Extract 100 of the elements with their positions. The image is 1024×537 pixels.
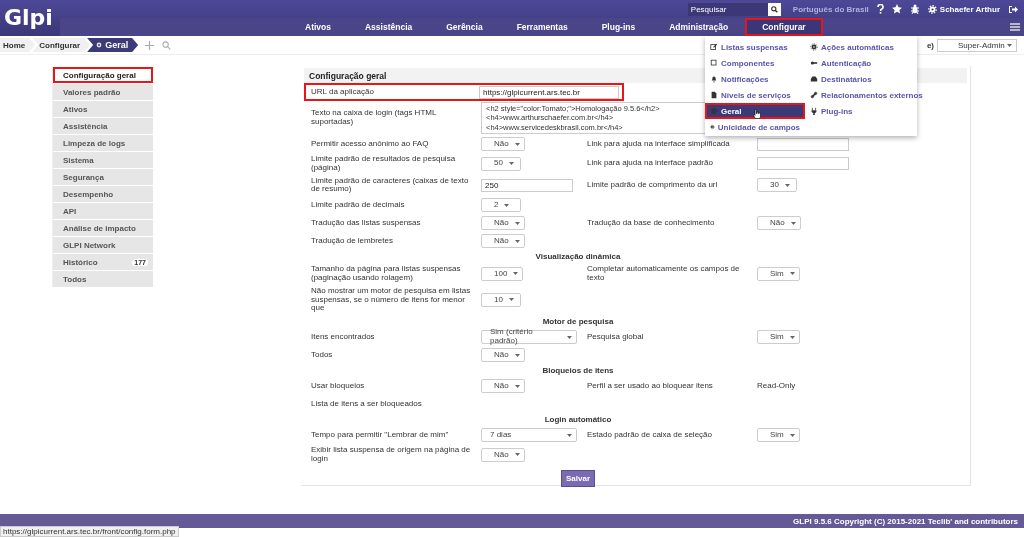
sidebar-tab[interactable]: Análise de impacto	[53, 220, 153, 236]
sidebar-tab[interactable]: Todos	[53, 271, 153, 287]
sidebar-tab[interactable]: Desempenho	[53, 186, 153, 202]
menu-item[interactable]: Autenticação	[805, 55, 928, 71]
dropdown[interactable]: Sim	[757, 330, 800, 345]
field-label: Pesquisa global	[587, 332, 644, 342]
dropdown[interactable]: Sim	[757, 428, 800, 443]
nav-tab[interactable]: Assistência	[348, 18, 430, 36]
sidebar-tab[interactable]: API	[53, 203, 153, 219]
logo[interactable]: Glpi	[4, 5, 53, 30]
menu-item[interactable]: Ações automáticas	[805, 39, 928, 55]
section-title: Bloqueios de itens	[541, 365, 615, 378]
nav-tab[interactable]: Ferramentas	[499, 18, 585, 36]
sidebar-tab[interactable]: Valores padrão	[53, 84, 153, 100]
dropdown[interactable]: 7 dias	[481, 428, 577, 443]
field-label: Perfil a ser usado ao bloquear itens	[587, 381, 713, 391]
breadcrumb-link[interactable]: Geral	[87, 38, 139, 52]
status-url: https://glpicurrent.ars.tec.br/front/config.form.php	[0, 526, 179, 537]
caret-icon	[789, 272, 795, 276]
nav-tab[interactable]: Ativos	[288, 18, 348, 36]
sidebar-tab[interactable]: Limpeza de logs	[53, 135, 153, 151]
sidebar-tab[interactable]: GLPI Network	[53, 237, 153, 253]
menu-icon[interactable]	[1010, 23, 1020, 31]
dropdown[interactable]: 2	[481, 198, 521, 213]
nav-tab[interactable]: Configurar	[745, 18, 823, 36]
menu-item[interactable]: Componentes	[705, 55, 805, 71]
caret-icon	[514, 353, 520, 357]
inbox-icon	[810, 75, 818, 83]
dropdown[interactable]: Sim	[757, 267, 800, 281]
menu-item[interactable]: Geral	[705, 103, 805, 119]
sidebar-tab[interactable]: Configuração geral	[53, 67, 153, 83]
menu-item[interactable]: Relacionamentos externos	[805, 87, 928, 103]
user-name[interactable]: Schaefer Arthur	[939, 4, 1000, 14]
menu-item[interactable]: Plug-ins	[805, 103, 928, 119]
field-label: Limite padrão de comprimento da url	[587, 181, 718, 190]
sidebar-tab[interactable]: Segurança	[53, 169, 153, 185]
field-label: Limite padrão de resultados de pesquisa (página)	[311, 155, 457, 173]
field-label: Todos	[311, 350, 333, 360]
menu-item[interactable]: Listas suspensas	[705, 39, 805, 55]
field-label: Tamanho da página para listas suspensas (paginação usando rolagem)	[311, 265, 462, 283]
menu-item[interactable]: Níveis de serviços	[705, 87, 805, 103]
caret-icon	[514, 142, 520, 146]
copyright-text: GLPI 9.5.6 Copyright (C) 2015-2021 Teclib' and contributors	[793, 516, 1018, 526]
field-label: Tradução da base de conhecimento	[587, 218, 715, 228]
field-label: Limite padrão de caracteres (caixas de texto de resumo)	[311, 176, 470, 195]
dropdown[interactable]: Não	[481, 447, 525, 462]
nav-tab[interactable]: Gerência	[429, 18, 500, 36]
bug-icon[interactable]	[909, 4, 920, 14]
dropdown[interactable]: 10	[481, 292, 521, 307]
star-icon[interactable]	[891, 4, 902, 14]
field-label: Tempo para permitir "Lembrar de mim"	[311, 430, 449, 440]
section-title: Visualização dinâmica	[534, 251, 622, 264]
sidebar-tab[interactable]: Ativos	[53, 101, 153, 117]
profile-dropdown[interactable]: Super-Admin	[937, 38, 1017, 52]
field-label: Itens encontrados	[311, 332, 375, 342]
input-field[interactable]: https://glpicurrent.ars.tec.br	[479, 85, 619, 99]
section-title: Login automático	[543, 414, 613, 427]
caret-icon	[513, 272, 519, 276]
dropdown[interactable]: 100	[481, 267, 524, 281]
caret-icon	[567, 433, 572, 437]
caret-icon	[567, 335, 572, 339]
dropdown[interactable]: Não	[481, 379, 525, 394]
caret-icon	[514, 384, 520, 388]
save-button[interactable]: Salvar	[561, 469, 595, 487]
caret-icon	[514, 221, 520, 225]
dropdown[interactable]: Não	[481, 216, 525, 231]
nav-tab[interactable]: Administração	[652, 18, 746, 36]
section-title: Motor de pesquisa	[541, 316, 615, 329]
logout-icon[interactable]	[1008, 4, 1018, 14]
nav-tab[interactable]: Plug-ins	[584, 18, 653, 36]
bell-icon	[710, 75, 718, 83]
search-field[interactable]: Pesquisar	[687, 2, 768, 16]
field-label: Lista de itens a ser bloqueados	[311, 399, 422, 409]
dropdown[interactable]: Não	[481, 137, 525, 151]
field-label: Link para ajuda na interface padrão	[587, 159, 713, 169]
field-label: Link para ajuda na interface simplificada	[587, 139, 730, 149]
dropdown[interactable]: Não	[757, 216, 801, 231]
sidebar-tab[interactable]: Sistema	[53, 152, 153, 168]
dropdown[interactable]: Sim (critério padrão)	[481, 330, 577, 345]
input-field[interactable]: 250	[481, 178, 573, 192]
search-icon	[770, 5, 778, 13]
language-link[interactable]: Português do Brasil	[792, 4, 869, 14]
breadcrumb-link[interactable]: Configurar	[32, 38, 91, 52]
help-icon[interactable]	[876, 4, 884, 14]
field-label: Texto na caixa de login (tags HTML suportadas)	[311, 109, 438, 127]
sidebar-tab[interactable]: Assistência	[53, 118, 153, 134]
field-label: Limite padrão de decimais	[311, 200, 405, 210]
field-label: URL da aplicação	[311, 87, 374, 97]
caret-icon	[514, 239, 520, 243]
dropdown[interactable]: Não	[481, 234, 525, 249]
input-field[interactable]	[757, 137, 849, 151]
dropdown[interactable]: 50	[481, 156, 521, 171]
field-label: Usar bloqueios	[311, 381, 365, 391]
input-field[interactable]	[757, 157, 849, 171]
settings-icon[interactable]	[927, 4, 937, 14]
dropdown[interactable]: Não	[481, 348, 525, 363]
dropdown[interactable]: 30	[757, 178, 797, 193]
edit-icon	[710, 43, 718, 51]
breadcrumb-link[interactable]: Home	[0, 38, 36, 52]
key-icon	[810, 59, 818, 67]
